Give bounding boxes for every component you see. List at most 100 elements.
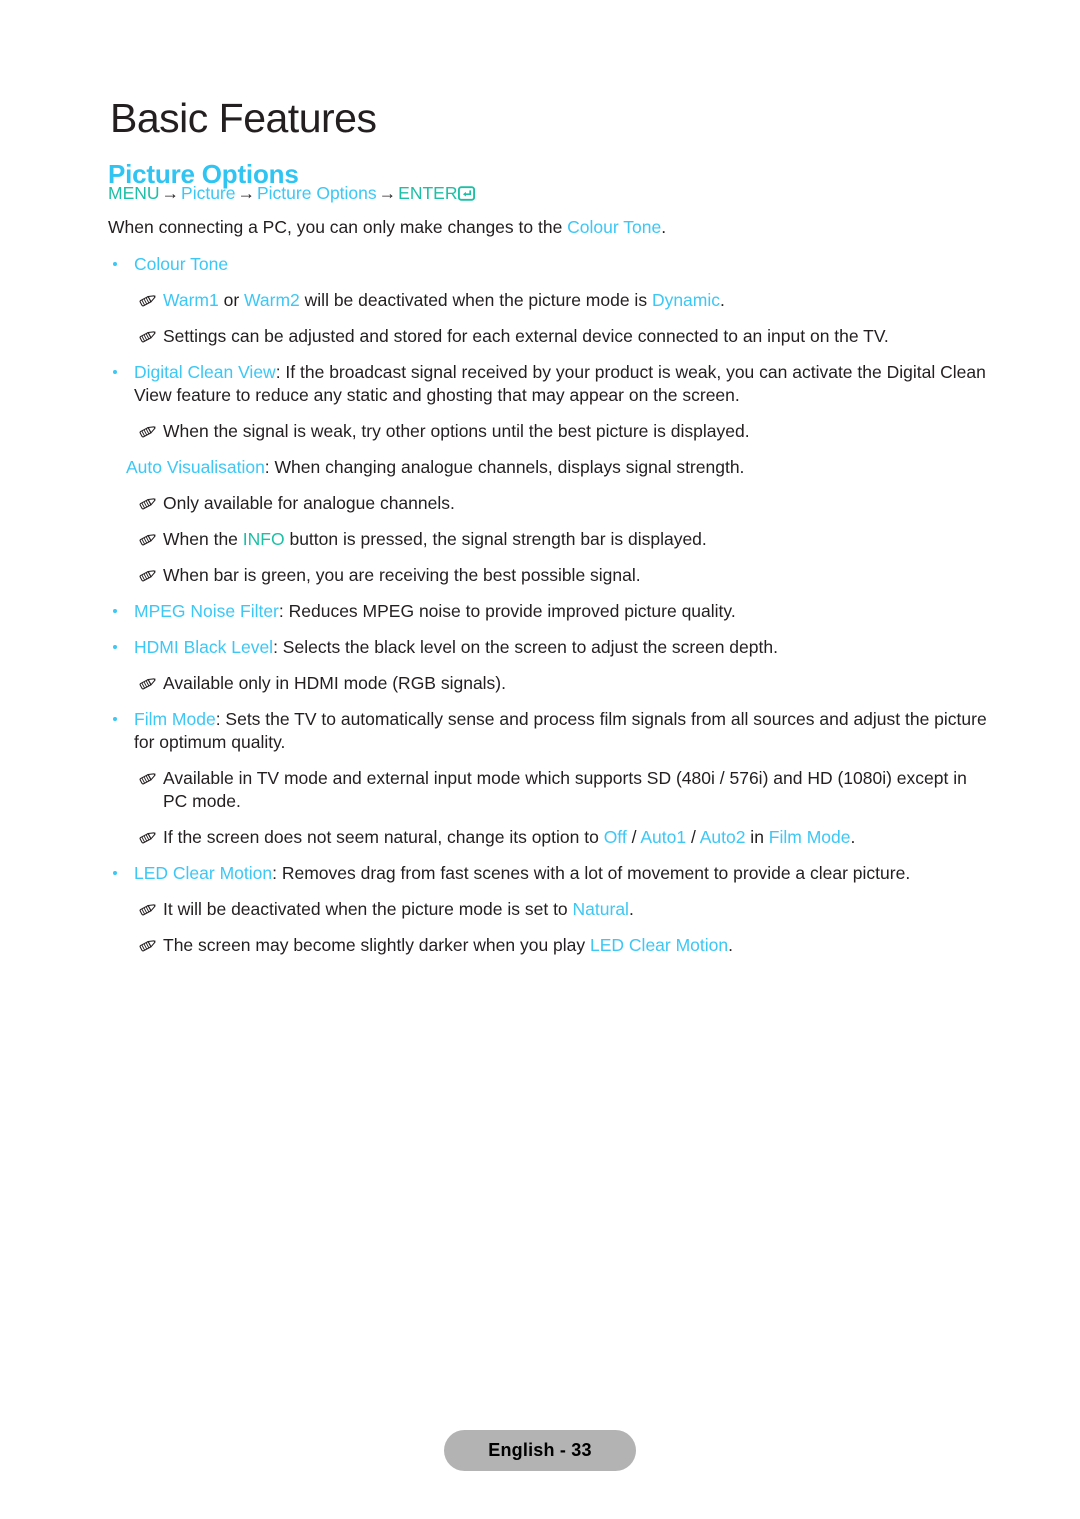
note-9-segment-7: Film Mode <box>768 827 851 847</box>
feature-item-list: Colour Tone Warm1 or Warm2 will be deacti… <box>108 253 988 957</box>
document-body: MENU → Picture → Picture Options → ENTER When … <box>108 182 988 970</box>
note-1-segment-4: Dynamic <box>651 290 721 310</box>
note-5-segment-0: When the <box>163 529 243 549</box>
note-10-segment-2: . <box>628 899 634 919</box>
note-7-segment-0: Available only in HDMI mode (RGB signals… <box>163 673 507 693</box>
intro-paragraph: When connecting a PC, you can only make … <box>108 216 988 239</box>
note-10-segment-1: Natural <box>572 899 629 919</box>
note-pencil-icon <box>138 291 158 309</box>
page-footer: English - 33 <box>0 1430 1080 1471</box>
bullet-dot-icon <box>113 645 117 649</box>
note-item-1: Warm1 or Warm2 will be deactivated when … <box>108 289 988 312</box>
note-9-segment-5: Auto2 <box>699 827 746 847</box>
note-text-5: When the INFO button is pressed, the sig… <box>163 529 707 549</box>
bullet-body-led-clear-motion: : Removes drag from fast scenes with a l… <box>272 863 911 883</box>
note-text-6: When bar is green, you are receiving the… <box>163 565 641 585</box>
note-text-9: If the screen does not seem natural, cha… <box>163 827 855 847</box>
note-pencil-icon <box>138 530 158 548</box>
bullet-dot-icon <box>113 871 117 875</box>
menu-button-label: MENU <box>108 183 160 203</box>
bullet-label-digital-clean-view: Digital Clean View <box>134 362 276 382</box>
note-item-9: If the screen does not seem natural, cha… <box>108 826 988 849</box>
bullet-dot-icon <box>113 370 117 374</box>
bullet-item-colour-tone: Colour Tone <box>108 253 988 276</box>
note-pencil-icon <box>138 769 158 787</box>
bullet-item-mpeg-noise-filter: MPEG Noise Filter: Reduces MPEG noise to… <box>108 600 988 623</box>
note-9-segment-8: . <box>850 827 856 847</box>
bullet-dot-icon <box>113 609 117 613</box>
bullet-label-hdmi-black-level: HDMI Black Level <box>134 637 274 657</box>
note-pencil-icon <box>138 566 158 584</box>
note-item-4: Only available for analogue channels. <box>108 492 988 515</box>
note-11-segment-2: . <box>728 935 734 955</box>
bullet-label-colour-tone: Colour Tone <box>134 254 229 274</box>
bullet-body-mpeg-noise-filter: : Reduces MPEG noise to provide improved… <box>278 601 736 621</box>
note-9-segment-0: If the screen does not seem natural, cha… <box>163 827 604 847</box>
note-pencil-icon <box>138 936 158 954</box>
bullet-label-film-mode: Film Mode <box>134 709 216 729</box>
note-4-segment-0: Only available for analogue channels. <box>163 493 455 513</box>
bullet-body-hdmi-black-level: : Selects the black level on the screen … <box>273 637 778 657</box>
note-10-segment-0: It will be deactivated when the picture … <box>163 899 573 919</box>
note-item-8: Available in TV mode and external input … <box>108 767 988 813</box>
sub-paragraph-text-5: Auto Visualisation: When changing analog… <box>126 457 744 477</box>
menu-path-breadcrumb: MENU → Picture → Picture Options → ENTER <box>108 182 988 207</box>
note-item-10: It will be deactivated when the picture … <box>108 898 988 921</box>
bullet-dot-icon <box>113 262 117 266</box>
bullet-item-led-clear-motion: LED Clear Motion: Removes drag from fast… <box>108 862 988 885</box>
menu-item-picture-options: Picture Options <box>257 183 377 203</box>
note-9-segment-1: Off <box>603 827 627 847</box>
note-pencil-icon <box>138 674 158 692</box>
bullet-item-film-mode: Film Mode: Sets the TV to automatically … <box>108 708 988 754</box>
bullet-label-led-clear-motion: LED Clear Motion <box>134 863 273 883</box>
note-text-8: Available in TV mode and external input … <box>163 768 967 811</box>
note-11-segment-0: The screen may become slightly darker wh… <box>163 935 591 955</box>
bullet-dot-icon <box>113 717 117 721</box>
note-9-segment-6: in <box>745 827 769 847</box>
note-11-segment-1: LED Clear Motion <box>590 935 729 955</box>
note-1-segment-3: will be deactivated when the picture mod… <box>299 290 652 310</box>
enter-return-icon <box>458 184 476 207</box>
note-text-11: The screen may become slightly darker wh… <box>163 935 733 955</box>
note-9-segment-2: / <box>626 827 641 847</box>
note-pencil-icon <box>138 900 158 918</box>
note-item-11: The screen may become slightly darker wh… <box>108 934 988 957</box>
note-text-1: Warm1 or Warm2 will be deactivated when … <box>163 290 725 310</box>
menu-item-picture: Picture <box>181 183 236 203</box>
path-arrow-1: → <box>161 183 180 203</box>
chapter-title: Basic Features <box>110 95 377 142</box>
note-5-segment-1: INFO <box>242 529 285 549</box>
bullet-item-hdmi-black-level: HDMI Black Level: Selects the black leve… <box>108 636 988 659</box>
bullet-label-mpeg-noise-filter: MPEG Noise Filter <box>134 601 279 621</box>
note-item-2: Settings can be adjusted and stored for … <box>108 325 988 348</box>
path-arrow-3: → <box>378 183 397 203</box>
note-text-4: Only available for analogue channels. <box>163 493 455 513</box>
note-pencil-icon <box>138 494 158 512</box>
note-text-10: It will be deactivated when the picture … <box>163 899 634 919</box>
note-text-2: Settings can be adjusted and stored for … <box>163 326 889 346</box>
note-item-6: When bar is green, you are receiving the… <box>108 564 988 587</box>
note-3-segment-0: When the signal is weak, try other optio… <box>163 421 750 441</box>
path-arrow-2: → <box>237 183 256 203</box>
bullet-body-film-mode: : Sets the TV to automatically sense and… <box>134 709 987 752</box>
note-1-segment-2: Warm2 <box>244 290 300 310</box>
sub-5-segment-0: Auto Visualisation <box>126 457 265 477</box>
document-page: Basic Features Picture Options MENU → Pict… <box>0 0 1080 1519</box>
note-6-segment-0: When bar is green, you are receiving the… <box>163 565 641 585</box>
sub-paragraph-5: Auto Visualisation: When changing analog… <box>108 456 988 479</box>
enter-button-label: ENTER <box>398 183 458 203</box>
note-pencil-icon <box>138 327 158 345</box>
intro-text-after: . <box>661 217 667 237</box>
intro-text-before: When connecting a PC, you can only make … <box>108 217 568 237</box>
note-item-7: Available only in HDMI mode (RGB signals… <box>108 672 988 695</box>
note-9-segment-4: / <box>686 827 700 847</box>
sub-5-segment-1: : When changing analogue channels, displ… <box>264 457 745 477</box>
note-9-segment-3: Auto1 <box>640 827 687 847</box>
note-1-segment-1: or <box>218 290 245 310</box>
intro-link-colour-tone: Colour Tone <box>567 217 662 237</box>
note-1-segment-5: . <box>720 290 725 310</box>
note-5-segment-2: button is pressed, the signal strength b… <box>284 529 707 549</box>
bullet-item-digital-clean-view: Digital Clean View: If the broadcast sig… <box>108 361 988 407</box>
note-pencil-icon <box>138 828 158 846</box>
note-item-5: When the INFO button is pressed, the sig… <box>108 528 988 551</box>
